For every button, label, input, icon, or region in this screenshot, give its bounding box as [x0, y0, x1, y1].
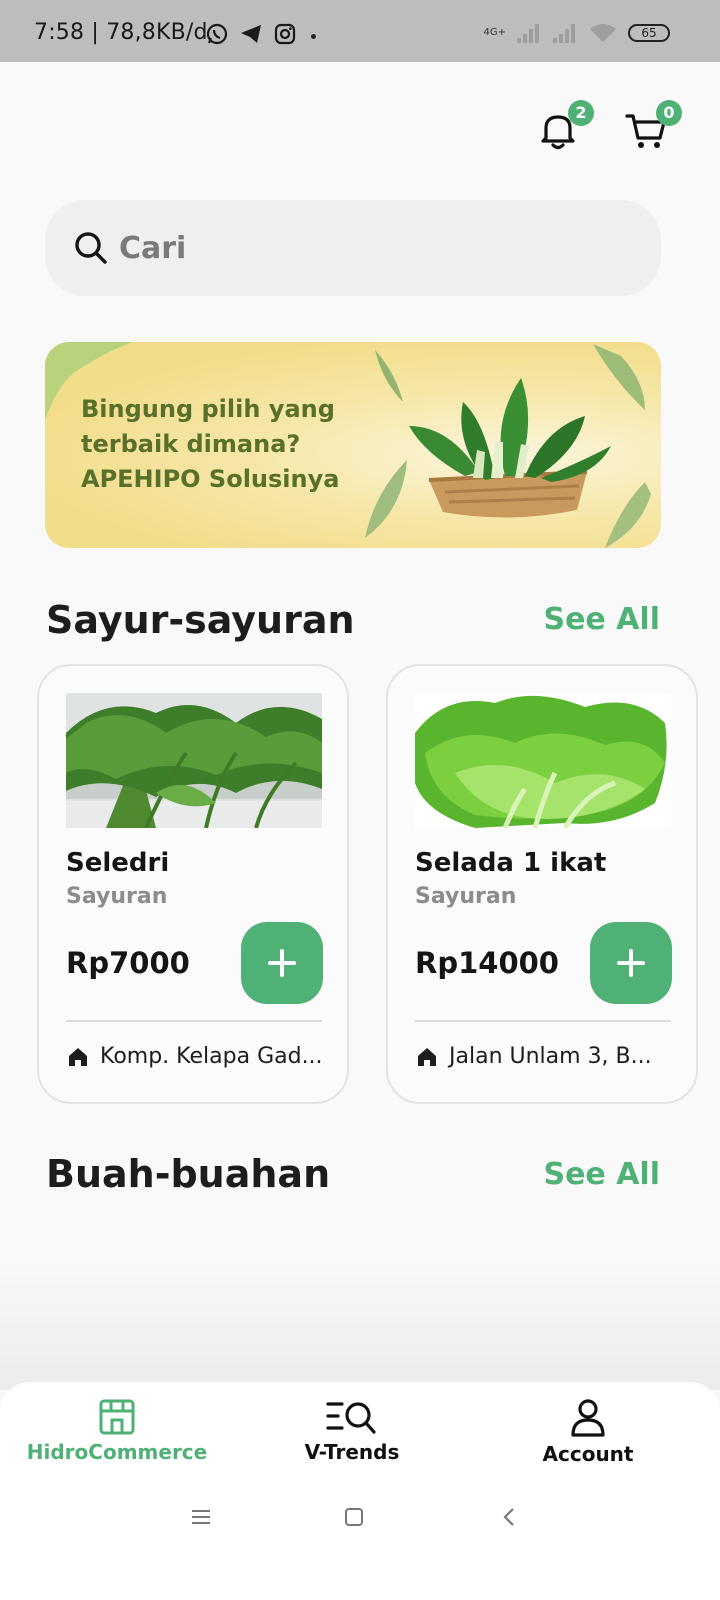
- banner-headline: Bingung pilih yang terbaik dimana? APEHI…: [81, 392, 339, 497]
- store-icon: [99, 1399, 135, 1435]
- user-icon: [571, 1399, 605, 1437]
- product-category: Sayuran: [415, 884, 517, 909]
- product-name: Seledri: [66, 848, 170, 878]
- status-time-speed: 7:58 | 78,8KB/d: [34, 20, 208, 45]
- product-name: Selada 1 ikat: [415, 848, 607, 878]
- notifications-badge: 2: [568, 100, 594, 126]
- product-card[interactable]: Selada 1 ikat Sayuran Rp14000 Jalan Unla…: [386, 664, 698, 1104]
- add-to-cart-button[interactable]: [590, 922, 672, 1004]
- add-to-cart-button[interactable]: [241, 922, 323, 1004]
- cart-button[interactable]: 0: [624, 100, 682, 152]
- cart-badge: 0: [656, 100, 682, 126]
- search-input[interactable]: [119, 230, 579, 266]
- store-icon: [69, 1047, 87, 1066]
- content-fade: [0, 1260, 720, 1390]
- status-system-icons: 4G+ 65: [483, 22, 670, 44]
- back-chevron-icon[interactable]: [498, 1506, 520, 1528]
- status-bar: 7:58 | 78,8KB/d 4G+ 65: [0, 0, 720, 62]
- product-location-text: Jalan Unlam 3, B...: [449, 1044, 652, 1069]
- trends-search-icon: [326, 1402, 376, 1434]
- telegram-icon: [241, 25, 261, 43]
- product-image-selada: [415, 693, 671, 828]
- section-title-vegetables: Sayur-sayuran: [46, 598, 355, 642]
- whatsapp-icon: [206, 23, 228, 45]
- card-divider: [415, 1020, 671, 1022]
- nav-label-hidrocommerce: HidroCommerce: [26, 1440, 208, 1464]
- nav-item-account[interactable]: Account: [518, 1398, 658, 1466]
- section-title-fruits: Buah-buahan: [46, 1152, 331, 1196]
- cellular-signal-2-icon: [553, 24, 575, 43]
- see-all-fruits-link[interactable]: See All: [543, 1157, 660, 1192]
- product-category: Sayuran: [66, 884, 168, 909]
- bottom-navigation: HidroCommerce V-Trends Account: [0, 1382, 720, 1600]
- status-app-icons: [205, 22, 297, 46]
- nav-label-v-trends: V-Trends: [304, 1440, 400, 1464]
- product-price: Rp14000: [415, 946, 559, 980]
- notifications-button[interactable]: 2: [536, 100, 594, 152]
- wifi-icon: [590, 24, 616, 42]
- product-location: Komp. Kelapa Gad...: [66, 1044, 323, 1069]
- search-bar[interactable]: [45, 200, 661, 296]
- store-icon: [418, 1047, 436, 1066]
- header-actions: 2 0: [536, 100, 682, 152]
- product-location: Jalan Unlam 3, B...: [415, 1044, 652, 1069]
- vegetable-basket-image: [365, 344, 651, 548]
- product-price: Rp7000: [66, 946, 190, 980]
- card-divider: [66, 1020, 322, 1022]
- menu-icon[interactable]: [190, 1506, 212, 1528]
- nav-item-v-trends[interactable]: V-Trends: [282, 1398, 422, 1464]
- see-all-vegetables-link[interactable]: See All: [543, 602, 660, 637]
- nav-label-account: Account: [542, 1442, 634, 1466]
- network-type: 4G+: [483, 27, 507, 38]
- banner-line-3: APEHIPO Solusinya: [81, 465, 340, 493]
- product-card[interactable]: Seledri Sayuran Rp7000 Komp. Kelapa Gad.…: [37, 664, 349, 1104]
- battery-indicator: 65: [628, 24, 670, 42]
- search-icon: [75, 232, 107, 264]
- nav-item-hidrocommerce[interactable]: HidroCommerce: [22, 1398, 212, 1464]
- product-location-text: Komp. Kelapa Gad...: [100, 1044, 323, 1069]
- banner-line-2: terbaik dimana?: [81, 430, 301, 458]
- home-square-icon[interactable]: [343, 1506, 365, 1528]
- status-more-dot: [311, 34, 316, 39]
- promo-banner[interactable]: Bingung pilih yang terbaik dimana? APEHI…: [45, 342, 661, 548]
- cellular-signal-icon: [517, 24, 539, 43]
- product-image-seledri: [66, 693, 322, 828]
- instagram-icon: [274, 23, 296, 45]
- banner-line-1: Bingung pilih yang: [81, 395, 335, 423]
